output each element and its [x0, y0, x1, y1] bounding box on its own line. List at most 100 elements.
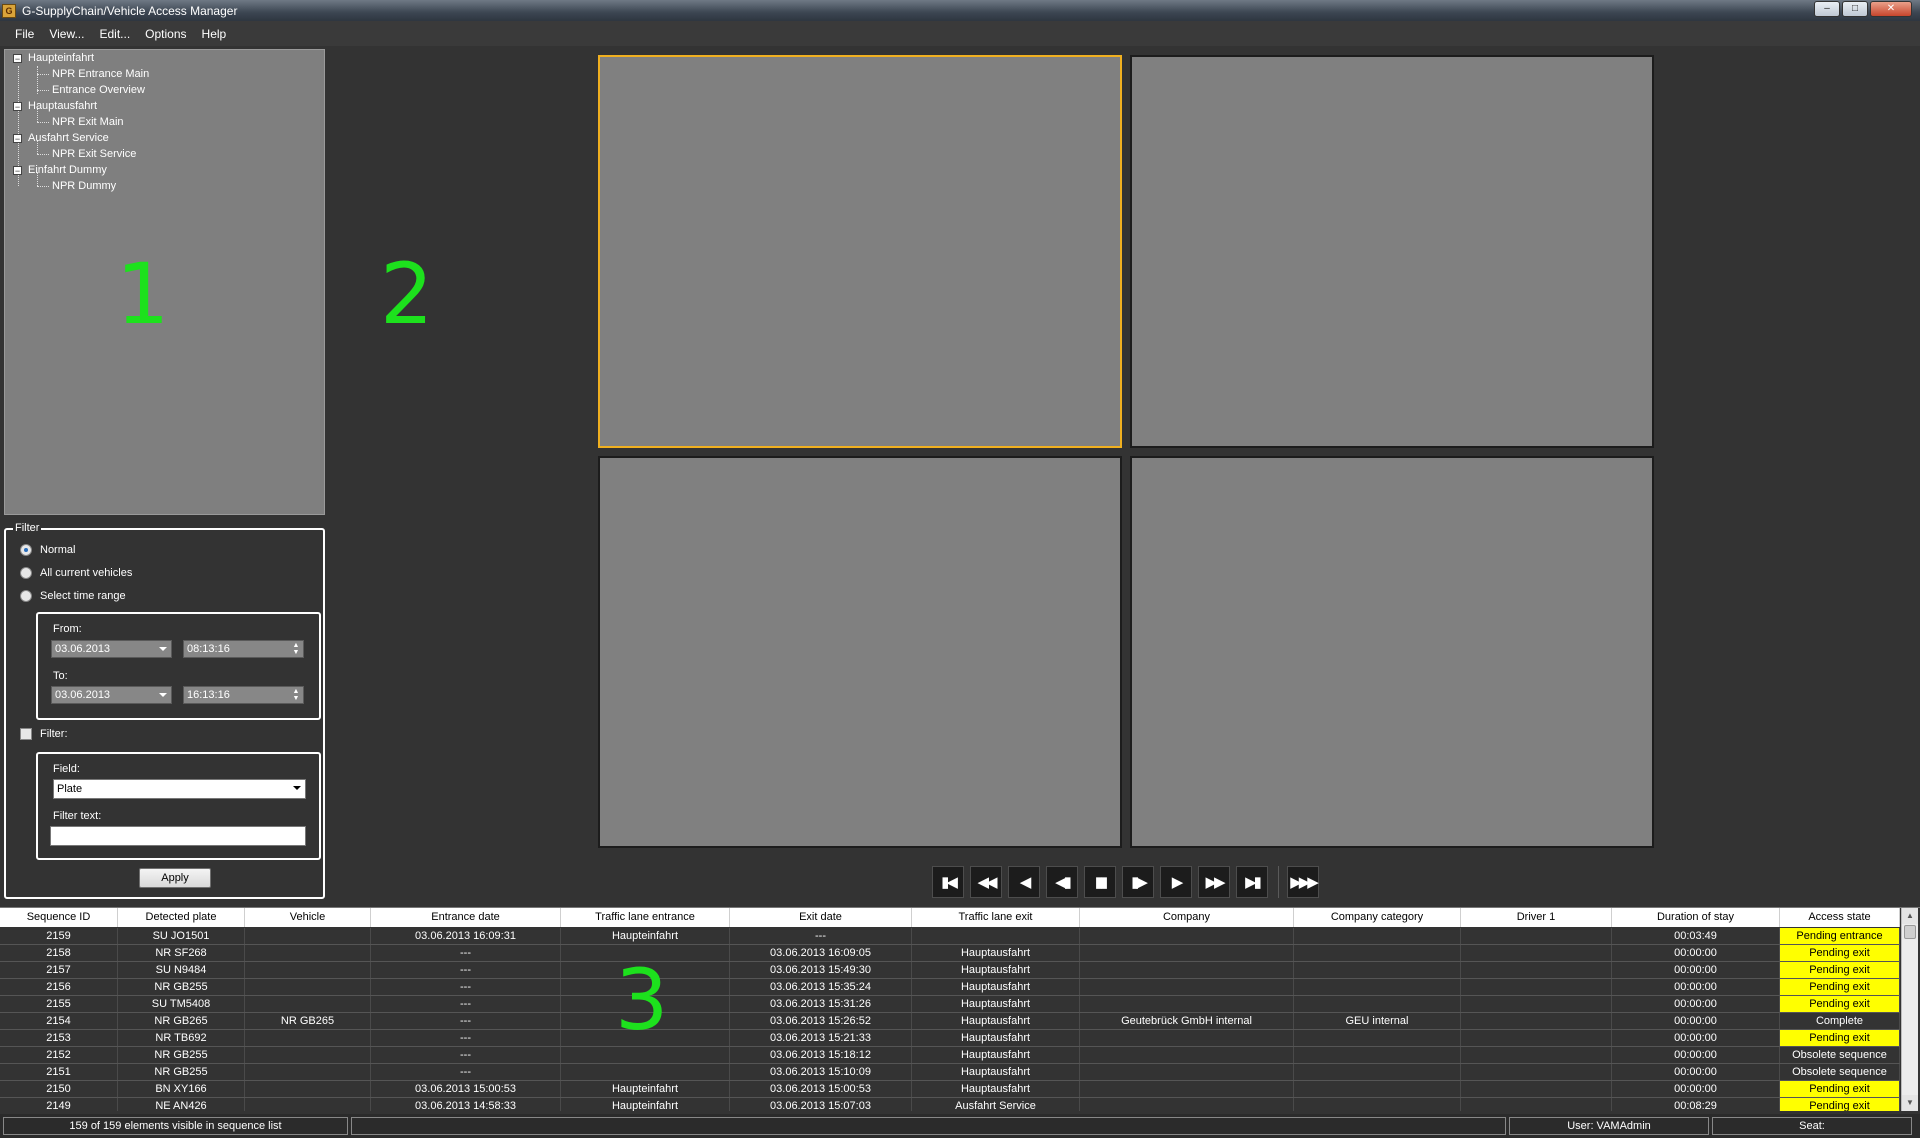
- maximize-button[interactable]: □: [1842, 1, 1868, 17]
- collapse-icon[interactable]: −: [13, 101, 22, 111]
- radio-select-time-range[interactable]: Select time range: [20, 590, 126, 602]
- field-select[interactable]: Plate: [53, 779, 306, 799]
- scroll-thumb[interactable]: [1904, 925, 1916, 939]
- column-header-company-category[interactable]: Company category: [1294, 908, 1461, 927]
- pause-icon[interactable]: ▮▮: [1084, 866, 1116, 898]
- table-cell-company: [1080, 979, 1294, 995]
- fast-rewind-icon[interactable]: ◀◀: [970, 866, 1002, 898]
- radio-icon[interactable]: [20, 567, 32, 579]
- menu-file[interactable]: File: [15, 27, 34, 41]
- collapse-icon[interactable]: −: [13, 53, 22, 63]
- fast-forward-icon[interactable]: ▶▶: [1198, 866, 1230, 898]
- dropdown-arrow-icon[interactable]: [159, 647, 167, 651]
- video-tile-2[interactable]: [1130, 55, 1654, 448]
- tree-node-haupteinfahrt[interactable]: − Haupteinfahrt: [13, 50, 94, 66]
- frame-back-icon[interactable]: ◀▮: [1046, 866, 1078, 898]
- close-button[interactable]: ✕: [1870, 1, 1912, 17]
- table-row[interactable]: 2152 NR GB255 --- 03.06.2013 15:18:12 Haupta…: [0, 1047, 1900, 1064]
- table-cell-exit-date: 03.06.2013 16:09:05: [730, 945, 912, 961]
- table-row[interactable]: 2155 SU TM5408 --- 03.06.2013 15:31:26 Haupt…: [0, 996, 1900, 1013]
- frame-forward-icon[interactable]: ▮▶: [1122, 866, 1154, 898]
- column-header-sequence-id[interactable]: Sequence ID: [0, 908, 118, 927]
- step-back-icon[interactable]: ◀: [1008, 866, 1040, 898]
- menu-view[interactable]: View...: [49, 27, 84, 41]
- to-date-picker[interactable]: 03.06.2013: [51, 686, 172, 704]
- first-icon[interactable]: ▮◀: [932, 866, 964, 898]
- from-label: From:: [53, 623, 82, 635]
- tree-leaf-npr-exit-service[interactable]: NPR Exit Service: [52, 146, 136, 162]
- video-tile-3[interactable]: [598, 456, 1122, 848]
- column-header-duration-of-stay[interactable]: Duration of stay: [1612, 908, 1780, 927]
- column-header-access-state[interactable]: Access state: [1780, 908, 1900, 927]
- from-date-picker[interactable]: 03.06.2013: [51, 640, 172, 658]
- table-row[interactable]: 2149 NE AN426 03.06.2013 14:58:33 Haupteinf…: [0, 1098, 1900, 1111]
- table-cell-entrance-date: ---: [371, 1064, 561, 1080]
- radio-all-current-vehicles[interactable]: All current vehicles: [20, 567, 132, 579]
- column-header-exit-date[interactable]: Exit date: [730, 908, 912, 927]
- radio-checked-icon[interactable]: [20, 544, 32, 556]
- video-tile-4[interactable]: [1130, 456, 1654, 848]
- tree-node-einfahrt-dummy[interactable]: − Einfahrt Dummy: [13, 162, 107, 178]
- table-row[interactable]: 2150 BN XY166 03.06.2013 15:00:53 Haupteinf…: [0, 1081, 1900, 1098]
- column-header-driver-1[interactable]: Driver 1: [1461, 908, 1612, 927]
- tree-leaf-npr-exit-main[interactable]: NPR Exit Main: [52, 114, 124, 130]
- table-cell-company: Geutebrück GmbH internal: [1080, 1013, 1294, 1029]
- minimize-button[interactable]: –: [1814, 1, 1840, 17]
- scroll-down-icon[interactable]: ▼: [1902, 1095, 1918, 1111]
- filter-checkbox-row[interactable]: Filter:: [20, 728, 68, 740]
- column-header-company[interactable]: Company: [1080, 908, 1294, 927]
- table-row[interactable]: 2154 NR GB265 NR GB265 --- 03.06.2013 15:26:…: [0, 1013, 1900, 1030]
- collapse-icon[interactable]: −: [13, 133, 22, 143]
- table-cell-company: [1080, 996, 1294, 1012]
- table-cell-duration-of-stay: 00:00:00: [1612, 1047, 1780, 1063]
- sequence-table[interactable]: Sequence ID Detected plate Vehicle Entrance…: [0, 907, 1920, 1112]
- table-body[interactable]: 2159 SU JO1501 03.06.2013 16:09:31 Hauptein…: [0, 928, 1900, 1111]
- tree-node-hauptausfahrt[interactable]: − Hauptausfahrt: [13, 98, 97, 114]
- column-header-detected-plate[interactable]: Detected plate: [118, 908, 245, 927]
- table-row[interactable]: 2156 NR GB255 --- 03.06.2013 15:35:24 Haupta…: [0, 979, 1900, 996]
- tree-leaf-npr-entrance-main[interactable]: NPR Entrance Main: [52, 66, 149, 82]
- table-cell-detected-plate: NR GB255: [118, 1047, 245, 1063]
- column-header-traffic-lane-entrance[interactable]: Traffic lane entrance: [561, 908, 730, 927]
- collapse-icon[interactable]: −: [13, 165, 22, 175]
- to-time-spinner[interactable]: 16:13:16 ▲ ▼: [183, 686, 304, 704]
- tree-leaf-npr-dummy[interactable]: NPR Dummy: [52, 178, 116, 194]
- column-header-entrance-date[interactable]: Entrance date: [371, 908, 561, 927]
- table-row[interactable]: 2153 NR TB692 --- 03.06.2013 15:21:33 Haupta…: [0, 1030, 1900, 1047]
- column-header-traffic-lane-exit[interactable]: Traffic lane exit: [912, 908, 1080, 927]
- table-scrollbar[interactable]: ▲ ▼: [1901, 908, 1918, 1111]
- table-cell-access-state: Pending exit: [1780, 945, 1900, 961]
- from-time-spinner[interactable]: 08:13:16 ▲ ▼: [183, 640, 304, 658]
- last-icon[interactable]: ▶▮: [1236, 866, 1268, 898]
- spinner-arrows-icon[interactable]: ▲ ▼: [292, 688, 300, 702]
- spinner-arrows-icon[interactable]: ▲ ▼: [292, 642, 300, 656]
- dropdown-arrow-icon[interactable]: [293, 786, 301, 790]
- tree-node-label: Einfahrt Dummy: [28, 164, 107, 176]
- table-cell-access-state: Pending exit: [1780, 996, 1900, 1012]
- live-icon[interactable]: ▶▶▶: [1287, 866, 1319, 898]
- menu-help[interactable]: Help: [202, 27, 227, 41]
- tree-node-ausfahrt-service[interactable]: − Ausfahrt Service: [13, 130, 109, 146]
- table-row[interactable]: 2157 SU N9484 --- 03.06.2013 15:49:30 Haupta…: [0, 962, 1900, 979]
- scroll-up-icon[interactable]: ▲: [1902, 908, 1918, 924]
- apply-button[interactable]: Apply: [139, 868, 211, 888]
- tree-node-label: Haupteinfahrt: [28, 52, 95, 64]
- window-title: G-SupplyChain/Vehicle Access Manager: [22, 3, 238, 18]
- table-row[interactable]: 2159 SU JO1501 03.06.2013 16:09:31 Hauptein…: [0, 928, 1900, 945]
- tree-leaf-entrance-overview[interactable]: Entrance Overview: [52, 82, 145, 98]
- filter-group: Filter Normal All current vehicles Selec…: [4, 522, 325, 899]
- table-row[interactable]: 2151 NR GB255 --- 03.06.2013 15:10:09 Haupta…: [0, 1064, 1900, 1081]
- video-tile-1[interactable]: [598, 55, 1122, 448]
- checkbox-icon[interactable]: [20, 728, 32, 740]
- time-range-box: From: 03.06.2013 08:13:16 ▲ ▼ To: 03.06.2…: [36, 612, 321, 720]
- radio-icon[interactable]: [20, 590, 32, 602]
- filter-text-input[interactable]: [50, 826, 306, 846]
- radio-normal[interactable]: Normal: [20, 544, 75, 556]
- dropdown-arrow-icon[interactable]: [159, 693, 167, 697]
- table-row[interactable]: 2158 NR SF268 --- 03.06.2013 16:09:05 Haupta…: [0, 945, 1900, 962]
- column-header-vehicle[interactable]: Vehicle: [245, 908, 371, 927]
- menu-edit[interactable]: Edit...: [99, 27, 130, 41]
- menu-options[interactable]: Options: [145, 27, 186, 41]
- table-cell-duration-of-stay: 00:00:00: [1612, 1081, 1780, 1097]
- play-icon[interactable]: ▶: [1160, 866, 1192, 898]
